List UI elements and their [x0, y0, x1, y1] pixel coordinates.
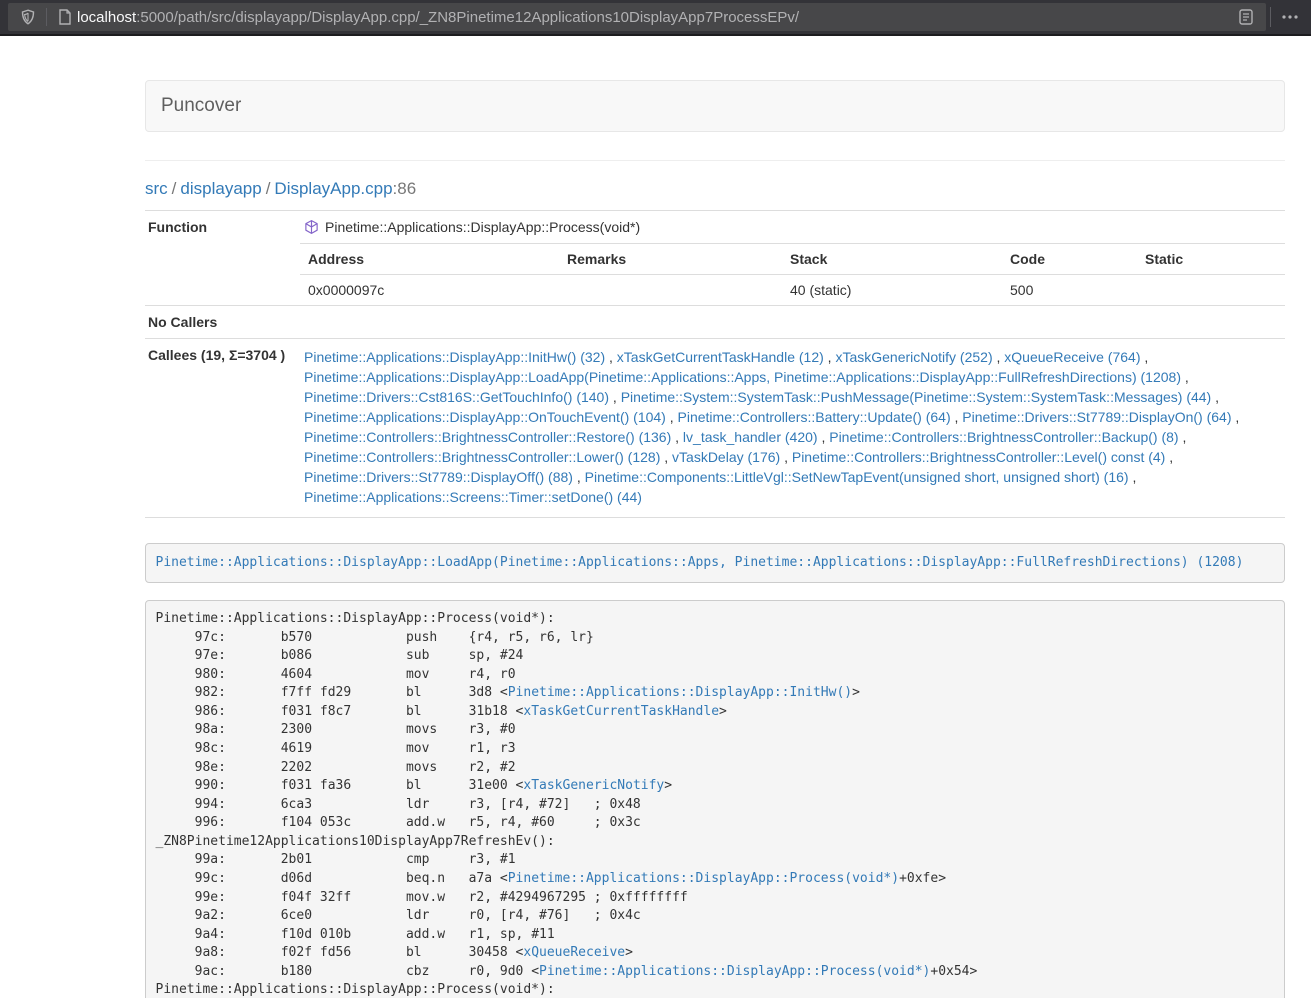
asm-symbol-link[interactable]: xTaskGenericNotify [523, 778, 664, 793]
value-static [1137, 275, 1285, 305]
callees-list: Pinetime::Applications::DisplayApp::Init… [300, 339, 1285, 517]
callee-link[interactable]: Pinetime::Applications::Screens::Timer::… [304, 489, 642, 505]
toolbar-divider [1270, 7, 1271, 27]
value-address: 0x0000097c [300, 275, 559, 305]
no-callers-cell [300, 306, 1285, 338]
callee-link[interactable]: Pinetime::Controllers::BrightnessControl… [792, 449, 1165, 465]
value-code: 500 [1002, 275, 1137, 305]
value-remarks [559, 275, 782, 305]
urlbar-divider [46, 8, 47, 26]
callee-link[interactable]: xTaskGetCurrentTaskHandle (12) [617, 349, 824, 365]
function-stats-table: Address Remarks Stack Code Static 0x0000… [300, 243, 1285, 305]
cube-icon [304, 219, 319, 235]
url-path: :5000/path/src/displayapp/DisplayApp.cpp… [136, 9, 799, 26]
brand-title[interactable]: Puncover [161, 95, 241, 117]
callee-link[interactable]: lv_task_handler (420) [683, 429, 818, 445]
no-callers-label: No Callers [145, 306, 300, 338]
breadcrumb-displayapp[interactable]: displayapp [180, 179, 261, 198]
callee-link[interactable]: Pinetime::Drivers::St7789::DisplayOff() … [304, 469, 573, 485]
callee-link[interactable]: xTaskGenericNotify (252) [835, 349, 992, 365]
highlighted-callee-box: Pinetime::Applications::DisplayApp::Load… [145, 543, 1285, 583]
asm-symbol-link[interactable]: Pinetime::Applications::DisplayApp::Proc… [508, 871, 899, 886]
callee-link[interactable]: Pinetime::Applications::DisplayApp::Init… [304, 349, 605, 365]
page-info-icon[interactable] [53, 5, 77, 29]
callee-link[interactable]: Pinetime::Controllers::BrightnessControl… [304, 429, 671, 445]
callees-row: Callees (19, Σ=3704 ) Pinetime::Applicat… [145, 339, 1285, 518]
page-container: Puncover src/displayapp/DisplayApp.cpp:8… [145, 80, 1285, 998]
breadcrumb: src/displayapp/DisplayApp.cpp:86 [145, 179, 1285, 199]
col-code: Code [1002, 244, 1137, 274]
browser-toolbar: localhost:5000/path/src/displayapp/Displ… [0, 0, 1311, 36]
puncover-navbar: Puncover [145, 80, 1285, 132]
breadcrumb-separator: / [168, 179, 181, 198]
callee-link[interactable]: Pinetime::Controllers::BrightnessControl… [829, 429, 1178, 445]
callees-label: Callees (19, Σ=3704 ) [145, 339, 300, 517]
callee-link[interactable]: Pinetime::Applications::DisplayApp::OnTo… [304, 409, 666, 425]
callee-link[interactable]: Pinetime::System::SystemTask::PushMessag… [621, 389, 1212, 405]
function-label: Function [145, 211, 300, 305]
callee-link[interactable]: xQueueReceive (764) [1004, 349, 1140, 365]
divider-rule [145, 160, 1285, 161]
col-address: Address [300, 244, 559, 274]
shield-icon[interactable] [16, 5, 40, 29]
callee-link[interactable]: Pinetime::Drivers::St7789::DisplayOn() (… [962, 409, 1231, 425]
reader-mode-icon[interactable] [1234, 5, 1258, 29]
callee-link[interactable]: Pinetime::Drivers::Cst816S::GetTouchInfo… [304, 389, 609, 405]
col-stack: Stack [782, 244, 1002, 274]
callee-link[interactable]: Pinetime::Components::LittleVgl::SetNewT… [585, 469, 1129, 485]
breadcrumb-src[interactable]: src [145, 179, 168, 198]
stats-header-row: Address Remarks Stack Code Static [300, 244, 1285, 275]
menu-ellipsis-button[interactable] [1275, 3, 1305, 31]
url-host: localhost [77, 9, 136, 26]
col-static: Static [1137, 244, 1285, 274]
stats-value-row: 0x0000097c 40 (static) 500 [300, 275, 1285, 305]
callee-link[interactable]: Pinetime::Controllers::BrightnessControl… [304, 449, 660, 465]
col-remarks: Remarks [559, 244, 782, 274]
no-callers-row: No Callers [145, 306, 1285, 339]
callee-link[interactable]: vTaskDelay (176) [672, 449, 780, 465]
breadcrumb-line-number: :86 [393, 179, 417, 198]
disassembly-listing: Pinetime::Applications::DisplayApp::Proc… [145, 600, 1285, 998]
asm-symbol-link[interactable]: xTaskGetCurrentTaskHandle [523, 704, 719, 719]
breadcrumb-separator: / [262, 179, 275, 198]
asm-symbol-link[interactable]: xQueueReceive [523, 945, 625, 960]
function-info-table: Function Pinetime::Applications::Display… [145, 210, 1285, 518]
callee-link[interactable]: Pinetime::Applications::DisplayApp::Load… [304, 369, 1181, 385]
url-text[interactable]: localhost:5000/path/src/displayapp/Displ… [77, 9, 1234, 26]
asm-symbol-link[interactable]: Pinetime::Applications::DisplayApp::Proc… [539, 964, 930, 979]
asm-symbol-link[interactable]: Pinetime::Applications::DisplayApp::Init… [508, 685, 852, 700]
highlighted-callee-link[interactable]: Pinetime::Applications::DisplayApp::Load… [156, 555, 1244, 570]
function-row: Function Pinetime::Applications::Display… [145, 211, 1285, 306]
url-bar[interactable]: localhost:5000/path/src/displayapp/Displ… [8, 3, 1266, 31]
function-name: Pinetime::Applications::DisplayApp::Proc… [325, 219, 640, 235]
value-stack: 40 (static) [782, 275, 1002, 305]
function-name-line: Pinetime::Applications::DisplayApp::Proc… [300, 211, 1285, 243]
breadcrumb-file[interactable]: DisplayApp.cpp [274, 179, 392, 198]
callee-link[interactable]: Pinetime::Controllers::Battery::Update()… [678, 409, 951, 425]
